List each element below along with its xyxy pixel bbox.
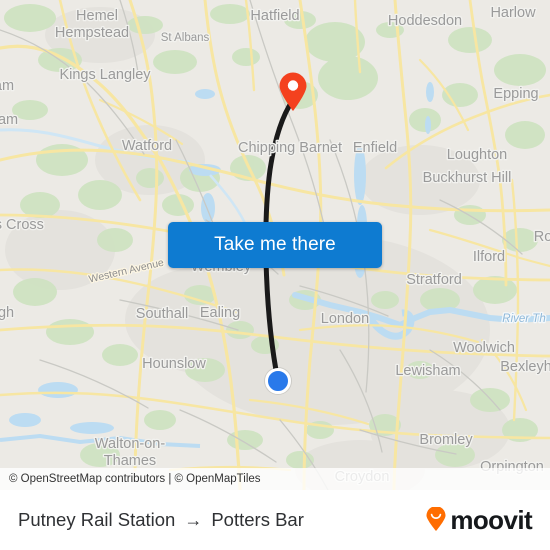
map-label-labels-4: Hoddesdon — [388, 13, 462, 29]
map-label-labels-15: errards Cross — [0, 217, 44, 233]
arrow-right-icon: → — [184, 510, 203, 530]
trip-footer: Putney Rail Station → Potters Bar moovit — [0, 490, 550, 550]
map-label-labels-3: Hatfield — [250, 8, 299, 24]
map-label-labels-26: Lewisham — [395, 363, 460, 379]
attribution-text[interactable]: © OpenStreetMap contributors | © OpenMap… — [9, 473, 261, 485]
map-label-labels-12: Enfield — [353, 140, 397, 156]
moovit-pin-icon — [426, 507, 446, 531]
route-summary: Putney Rail Station → Potters Bar — [18, 509, 423, 531]
map-label-labels-19: Stratford — [406, 272, 462, 288]
origin-marker[interactable] — [265, 368, 291, 394]
map-label-labels-27: Bexleyh — [500, 359, 550, 375]
map-label-labels-24: Woolwich — [453, 340, 515, 356]
map-label-labels-13: Loughton — [447, 147, 507, 163]
map-label-labels-21: Southall — [136, 306, 188, 322]
route-origin-label: Putney Rail Station — [18, 509, 176, 530]
map-label-labels-14: Buckhurst Hill — [423, 170, 512, 186]
map-label-water_labels-0: River Th — [502, 313, 545, 325]
map-label-labels-2: St Albans — [161, 32, 210, 44]
map-label-labels-0: Hemel — [76, 8, 118, 24]
take-me-there-button[interactable]: Take me there — [168, 222, 382, 268]
map-label-labels-9: Epping — [493, 86, 538, 102]
map-label-labels-17: Ro — [534, 229, 550, 245]
map-label-labels-7: Kings Langley — [59, 67, 151, 83]
map-attribution-bar: © OpenStreetMap contributors | © OpenMap… — [0, 468, 550, 490]
map-label-labels-5: Harlow — [490, 5, 536, 21]
map-pin-icon — [279, 72, 307, 111]
map-label-labels-10: Watford — [122, 138, 172, 154]
map-label-labels-1: Hempstead — [55, 25, 129, 41]
map-label-labels-20: ugh — [0, 305, 14, 321]
map-label-labels-31: Walton-on- — [95, 436, 166, 452]
map-label-labels-16: Ilford — [473, 249, 505, 265]
moovit-wordmark: moovit — [450, 505, 532, 535]
map-label-labels-25: Hounslow — [142, 356, 206, 372]
map-label-labels-22: Ealing — [200, 305, 240, 321]
map-label-labels-8: nam — [0, 112, 18, 128]
map-label-labels-6: am — [0, 78, 14, 94]
moovit-logo[interactable]: moovit — [423, 505, 533, 535]
moovit-trip-map-screen: Hemel Hempstead St Albans Hatfield Hoddesdon… — [0, 0, 550, 550]
map-label-labels-23: London — [321, 311, 369, 327]
map-label-labels-28: Bromley — [419, 432, 473, 448]
map-label-labels-32: Thames — [104, 453, 156, 469]
map-label-labels-11: Chipping Barnet — [238, 140, 342, 156]
route-destination-label: Potters Bar — [211, 509, 304, 530]
destination-marker[interactable] — [278, 72, 308, 112]
